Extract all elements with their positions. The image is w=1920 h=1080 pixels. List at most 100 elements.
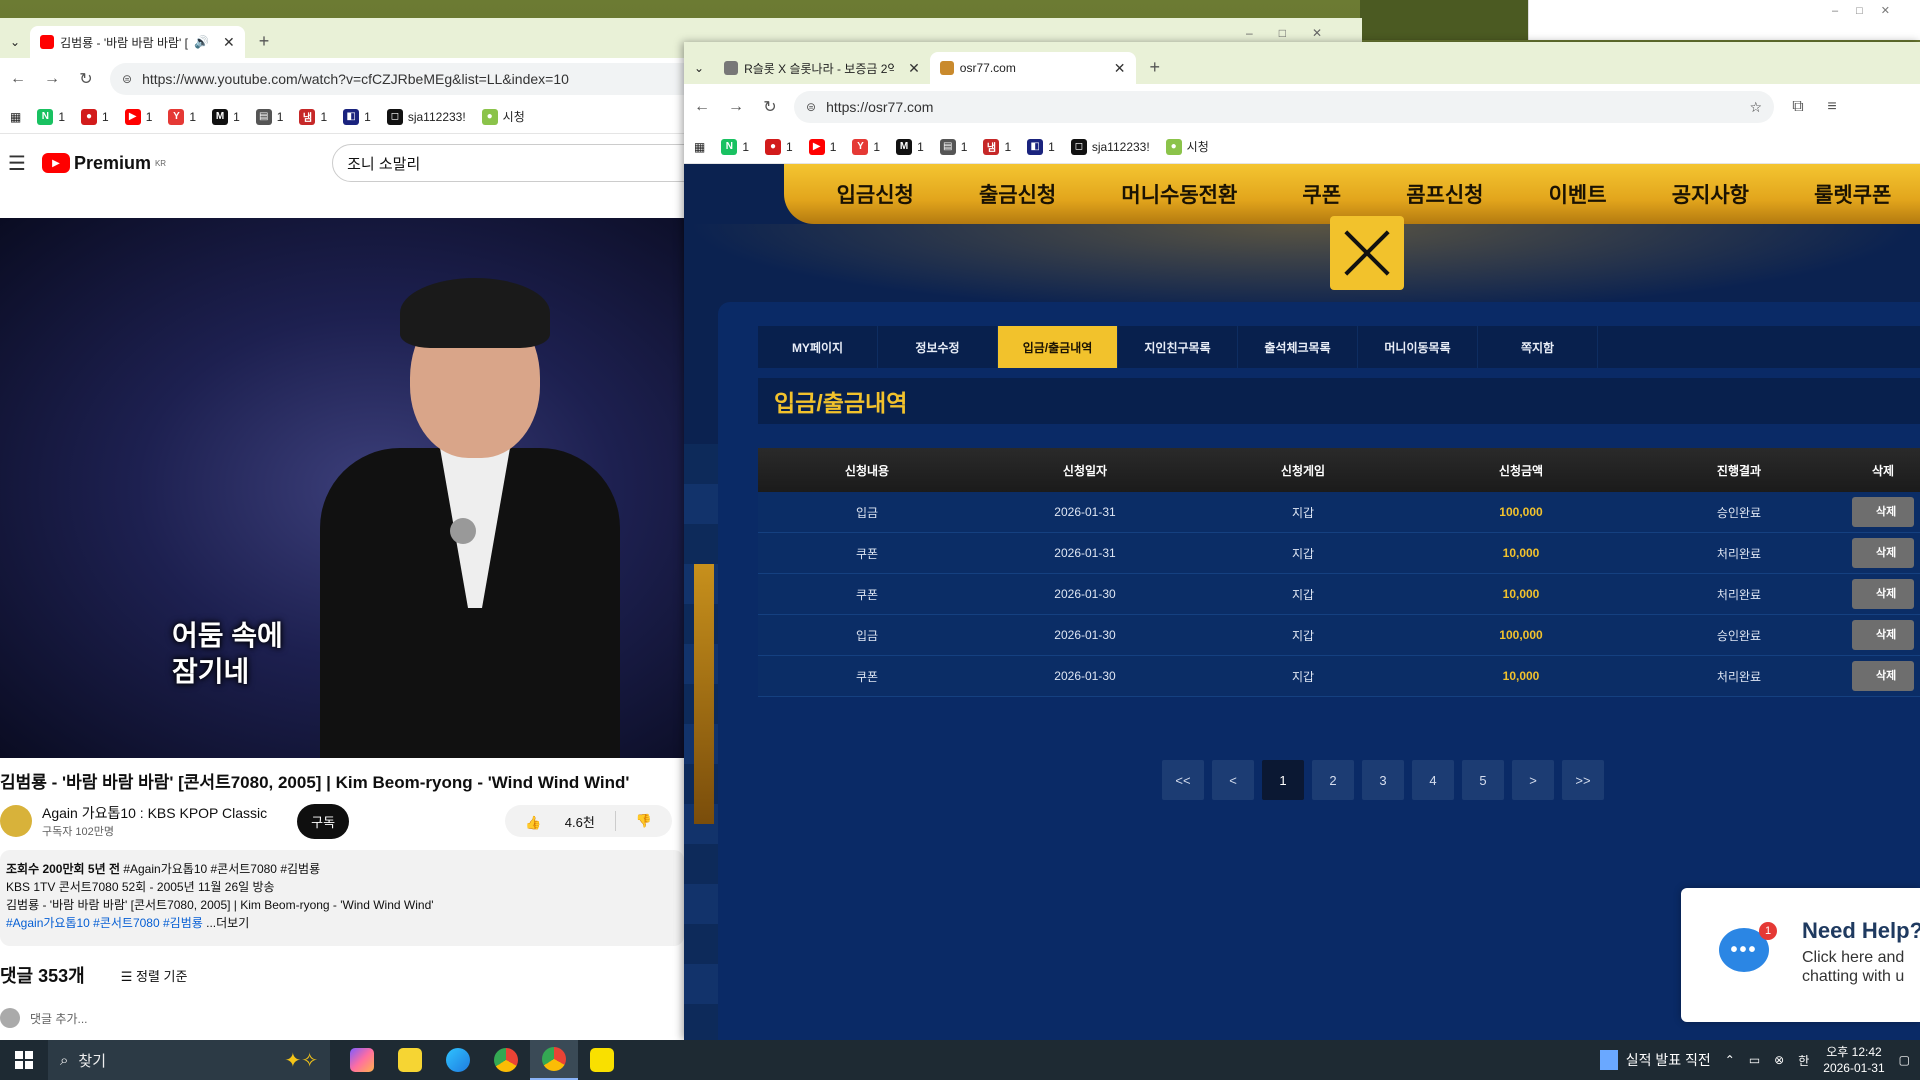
tab-youtube[interactable]: 김범룡 - '바람 바람 바람' [ 🔊 ✕ xyxy=(30,26,245,58)
media-control-icon[interactable]: ≡ xyxy=(1822,98,1842,116)
bookmark-item[interactable]: ▤ 1 xyxy=(939,138,967,155)
background-window-controls[interactable]: –□✕ xyxy=(1832,4,1908,17)
clock[interactable]: 오후 12:42 2026-01-31 xyxy=(1823,1044,1884,1076)
desc-tags[interactable]: #Again가요톱10 #콘서트7080 #김범룡 xyxy=(6,916,203,930)
page-button[interactable]: 3 xyxy=(1362,760,1404,800)
page-button[interactable]: 1 xyxy=(1262,760,1304,800)
copilot-app[interactable] xyxy=(338,1040,386,1080)
new-tab-icon[interactable]: + xyxy=(245,31,284,58)
page-button[interactable]: 4 xyxy=(1412,760,1454,800)
bookmark-item[interactable]: M1 xyxy=(212,108,240,125)
chrome-app[interactable] xyxy=(482,1040,530,1080)
delete-button[interactable]: 삭제 xyxy=(1852,497,1914,527)
tab-menu[interactable]: ⌄ xyxy=(684,52,714,84)
subtab-item[interactable]: 출석체크목록 xyxy=(1238,326,1358,368)
channel-avatar[interactable] xyxy=(0,805,32,837)
subscribe-button[interactable]: 구독 xyxy=(297,803,350,839)
bookmark-item[interactable]: ▤ 1 xyxy=(255,108,283,125)
subtab-item[interactable]: 지인친구목록 xyxy=(1118,326,1238,368)
close-tab-icon[interactable]: ✕ xyxy=(908,60,920,77)
edge-app[interactable] xyxy=(434,1040,482,1080)
bookmark-item[interactable]: M1 xyxy=(896,138,924,155)
nav-item[interactable]: 출금신청 xyxy=(979,179,1056,209)
bookmark-item[interactable]: ◧ 1 xyxy=(343,108,371,125)
volume-icon[interactable]: ⊗ xyxy=(1774,1053,1784,1067)
chevron-up-icon[interactable]: ⌃ xyxy=(1725,1053,1735,1067)
subtab-item[interactable]: 입금/출금내역 xyxy=(998,326,1118,368)
bookmark-item[interactable]: ▶ 1 xyxy=(808,138,836,155)
bookmark-item[interactable]: N1 xyxy=(37,108,65,125)
close-tab-icon[interactable]: ✕ xyxy=(1114,60,1126,77)
nav-item[interactable]: 머니수동전환 xyxy=(1121,179,1237,209)
tab-osr77[interactable]: osr77.com ✕ xyxy=(929,52,1136,84)
news-widget[interactable]: 실적 발표 직전 xyxy=(1599,1050,1711,1070)
subtab-item[interactable]: MY페이지 xyxy=(758,326,878,368)
hamburger-menu-icon[interactable]: ☰ xyxy=(8,151,26,176)
show-more-link[interactable]: ...더보기 xyxy=(206,916,249,930)
nav-item[interactable]: 공지사항 xyxy=(1672,179,1749,209)
ime-icon[interactable]: 한 xyxy=(1798,1052,1809,1069)
page-button[interactable]: << xyxy=(1162,760,1204,800)
help-chat-widget[interactable]: ••• 1 Need Help? Click here and chatting… xyxy=(1681,888,1920,1022)
delete-button[interactable]: 삭제 xyxy=(1852,661,1914,691)
bookmark-item[interactable]: Y1 xyxy=(168,108,196,125)
bookmark-item[interactable]: 냄1 xyxy=(983,138,1011,155)
reload-icon[interactable]: ↻ xyxy=(76,69,96,89)
notification-icon[interactable]: ▢ xyxy=(1899,1053,1910,1067)
nav-item[interactable]: 쿠폰 xyxy=(1302,179,1341,209)
tab-menu[interactable]: ⌄ xyxy=(0,26,30,58)
bookmark-item[interactable]: ◻ sja112233! xyxy=(1070,138,1150,155)
kakaotalk-app[interactable] xyxy=(578,1040,626,1080)
extensions-icon[interactable]: ⧉ xyxy=(1788,98,1808,116)
bookmark-item[interactable]: ◧ 1 xyxy=(1027,138,1055,155)
reload-icon[interactable]: ↻ xyxy=(760,97,780,117)
page-button[interactable]: 5 xyxy=(1462,760,1504,800)
bookmark-item[interactable]: Y1 xyxy=(852,138,880,155)
nav-item[interactable]: 이벤트 xyxy=(1549,179,1607,209)
apps-grid-icon[interactable]: ▦ xyxy=(694,140,705,154)
bookmark-item[interactable]: ▶ 1 xyxy=(124,108,152,125)
bookmark-item[interactable]: ● 시청 xyxy=(1165,138,1209,155)
chevron-down-icon[interactable]: ⌄ xyxy=(694,61,704,75)
apps-grid-icon[interactable]: ▦ xyxy=(10,110,21,124)
window-controls[interactable]: –□✕ xyxy=(1246,26,1348,40)
sort-button[interactable]: ☰ 정렬 기준 xyxy=(121,966,188,985)
channel-name[interactable]: Again 가요톱10 : KBS KPOP Classic xyxy=(42,803,267,823)
forward-icon[interactable]: → xyxy=(726,98,746,116)
page-button[interactable]: < xyxy=(1212,760,1254,800)
video-player[interactable]: 어둠 속에 잠기네 xyxy=(0,218,684,758)
search-input[interactable]: 조니 소말리 xyxy=(332,144,713,182)
bookmark-item[interactable]: ◻ sja112233! xyxy=(386,108,466,125)
chevron-down-icon[interactable]: ⌄ xyxy=(10,35,20,49)
close-overlay-button[interactable] xyxy=(1330,216,1404,290)
back-icon[interactable]: ← xyxy=(8,70,28,88)
tab-rslot[interactable]: R슬롯 X 슬롯나라 - 보증금 2억 ✕ xyxy=(714,52,930,84)
dislike-button[interactable]: 👎 xyxy=(616,813,672,829)
like-button[interactable]: 👍 4.6천 xyxy=(505,812,615,831)
site-info-icon[interactable]: ⊜ xyxy=(122,72,132,86)
delete-button[interactable]: 삭제 xyxy=(1852,620,1914,650)
bookmark-item[interactable]: ● 1 xyxy=(81,108,109,125)
chrome-app-active[interactable] xyxy=(530,1040,578,1080)
page-button[interactable]: >> xyxy=(1562,760,1604,800)
new-tab-icon[interactable]: + xyxy=(1136,57,1175,84)
bookmark-item[interactable]: N1 xyxy=(721,138,749,155)
back-icon[interactable]: ← xyxy=(692,98,712,116)
sticky-notes-app[interactable] xyxy=(386,1040,434,1080)
start-button[interactable] xyxy=(0,1051,48,1069)
delete-button[interactable]: 삭제 xyxy=(1852,579,1914,609)
address-bar[interactable]: ⊜ https://osr77.com ☆ xyxy=(794,91,1774,123)
subtab-item[interactable]: 머니이동목록 xyxy=(1358,326,1478,368)
nav-item[interactable]: 룰렛쿠폰 xyxy=(1814,179,1891,209)
bookmark-item[interactable]: ● 시청 xyxy=(481,108,525,125)
forward-icon[interactable]: → xyxy=(42,70,62,88)
page-button[interactable]: > xyxy=(1512,760,1554,800)
site-info-icon[interactable]: ⊜ xyxy=(806,100,816,114)
video-description[interactable]: 조회수 200만회 5년 전 #Again가요톱10 #콘서트7080 #김범룡… xyxy=(0,850,684,946)
nav-item[interactable]: 입금신청 xyxy=(837,179,914,209)
bookmark-item[interactable]: ● 1 xyxy=(765,138,793,155)
add-comment-row[interactable]: 댓글 추가... xyxy=(0,1008,88,1028)
youtube-logo[interactable]: ▶ Premium KR xyxy=(41,153,166,174)
taskbar-search[interactable]: ⌕ 찾기 ✦✧ xyxy=(48,1040,330,1080)
bookmark-item[interactable]: 냄1 xyxy=(299,108,327,125)
